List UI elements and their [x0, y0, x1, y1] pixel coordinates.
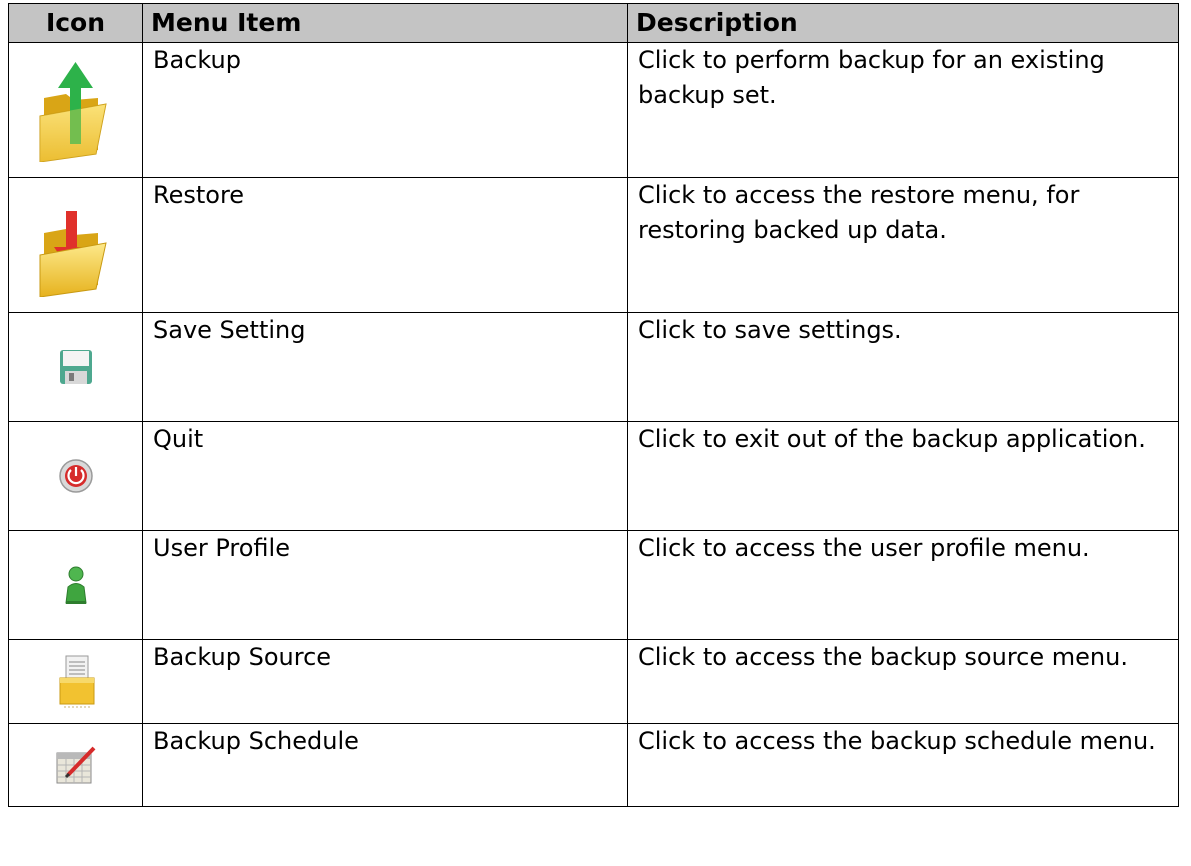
header-description: Description [627, 3, 1179, 43]
table-row: Save Setting Click to save settings. [8, 312, 1179, 422]
menu-item-label: Backup [142, 42, 628, 178]
menu-item-label: Restore [142, 177, 628, 313]
table-row: Restore Click to access the restore menu… [8, 177, 1179, 313]
table-row: Backup Source Click to access the backup… [8, 639, 1179, 724]
menu-reference-table: Icon Menu Item Description Backup Click … [8, 3, 1179, 807]
table-header-row: Icon Menu Item Description [8, 3, 1179, 43]
floppy-disk-icon [59, 350, 92, 384]
table-row: User Profile Click to access the user pr… [8, 530, 1179, 640]
menu-item-label: Backup Source [142, 639, 628, 724]
calendar-pencil-icon [56, 746, 95, 784]
header-menu-item: Menu Item [142, 3, 628, 43]
menu-item-label: Quit [142, 421, 628, 531]
menu-item-description: Click to access the backup source menu. [627, 639, 1179, 724]
menu-item-description: Click to access the user profile menu. [627, 530, 1179, 640]
menu-item-label: Backup Schedule [142, 723, 628, 807]
menu-item-description: Click to exit out of the backup applicat… [627, 421, 1179, 531]
menu-item-description: Click to perform backup for an existing … [627, 42, 1179, 178]
backup-folder-icon [39, 62, 107, 162]
table-row: Backup Click to perform backup for an ex… [8, 42, 1179, 178]
user-icon [64, 566, 87, 604]
menu-item-label: User Profile [142, 530, 628, 640]
table-row: Quit Click to exit out of the backup app… [8, 421, 1179, 531]
menu-item-label: Save Setting [142, 312, 628, 422]
power-button-icon [58, 459, 93, 493]
document-folder-icon [59, 655, 94, 707]
table-row: Backup Schedule Click to access the back… [8, 723, 1179, 807]
menu-item-description: Click to save settings. [627, 312, 1179, 422]
menu-item-description: Click to access the restore menu, for re… [627, 177, 1179, 313]
header-icon: Icon [8, 3, 143, 43]
restore-folder-icon [39, 211, 107, 297]
menu-item-description: Click to access the backup schedule menu… [627, 723, 1179, 807]
